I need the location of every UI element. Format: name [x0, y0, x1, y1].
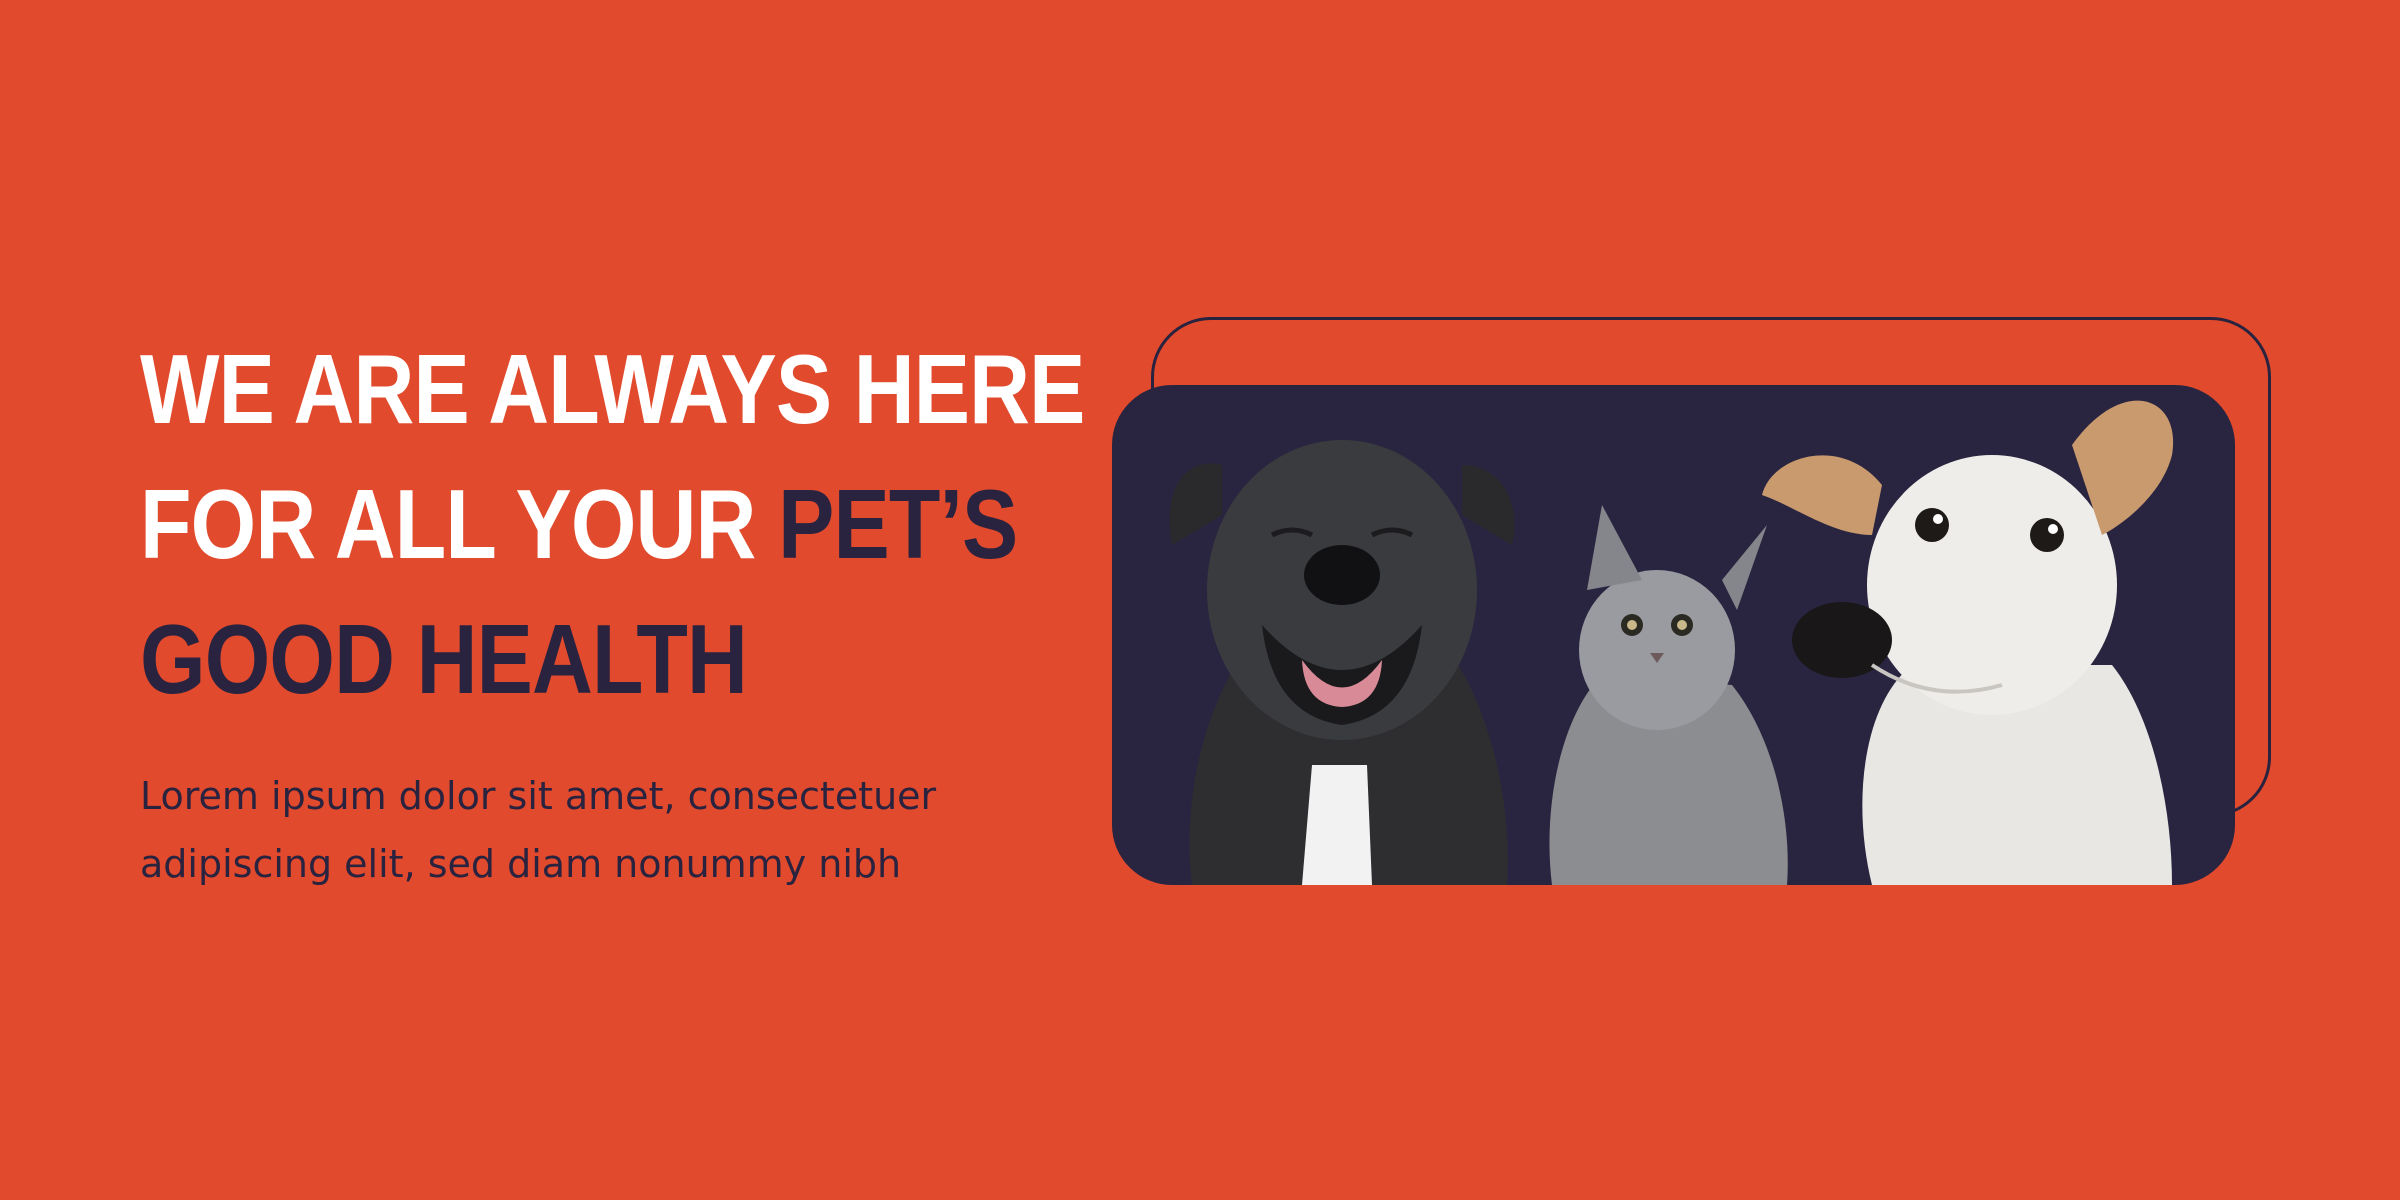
gray-kitten-illustration	[1549, 505, 1788, 885]
headline-line-2-accent: PET’S	[778, 469, 1018, 579]
jack-russell-dog-illustration	[1762, 400, 2174, 885]
headline-line-3: GOOD HEALTH	[140, 604, 748, 714]
description-line-1: Lorem ipsum dolor sit amet, consectetuer	[140, 774, 937, 818]
headline-line-2-start: FOR ALL YOUR	[140, 469, 756, 579]
hero-headline: WE ARE ALWAYS HERE FOR ALL YOUR PET’S GO…	[140, 322, 1085, 727]
hero-description: Lorem ipsum dolor sit amet, consectetuer…	[140, 762, 936, 898]
description-line-2: adipiscing elit, sed diam nonummy nibh	[140, 842, 902, 886]
headline-line-1: WE ARE ALWAYS HERE	[140, 334, 1085, 444]
pets-photo	[1112, 385, 2235, 885]
pitbull-dog-illustration	[1169, 440, 1515, 885]
